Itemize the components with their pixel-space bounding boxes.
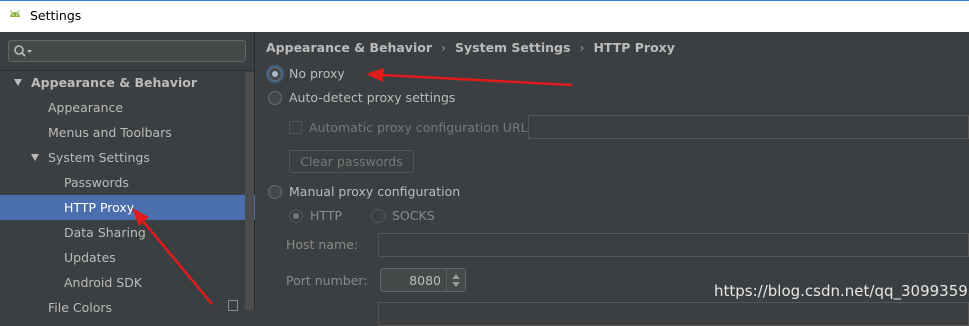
project-scope-icon <box>228 300 238 311</box>
window-title: Settings <box>30 8 82 23</box>
tree-item-label: Passwords <box>64 175 129 190</box>
host-name-field[interactable] <box>378 233 969 257</box>
expand-triangle-icon[interactable] <box>14 79 22 86</box>
tree-item-label: System Settings <box>48 150 150 165</box>
tree-item-label: File Colors <box>48 300 113 315</box>
chevron-up-icon[interactable] <box>452 274 460 279</box>
auto-config-url-checkbox[interactable] <box>289 121 302 134</box>
stepper-arrows[interactable] <box>446 269 465 291</box>
no-proxy-radio[interactable] <box>268 67 282 81</box>
socks-label[interactable]: SOCKS <box>392 208 435 223</box>
tree-item-menus-toolbars[interactable]: Menus and Toolbars <box>0 120 244 145</box>
manual-proxy-radio[interactable] <box>268 185 282 199</box>
tree-item-label: Appearance <box>48 100 124 115</box>
tree-item-label: Data Sharing <box>64 225 146 240</box>
port-number-stepper[interactable]: 8080 <box>380 268 466 292</box>
tree-item-passwords[interactable]: Passwords <box>0 170 244 195</box>
tree-item-system-settings[interactable]: System Settings <box>0 145 244 170</box>
tree-item-http-proxy[interactable]: HTTP Proxy <box>0 195 255 220</box>
tree-item-data-sharing[interactable]: Data Sharing <box>0 220 244 245</box>
http-proxy-panel: Appearance & Behavior › System Settings › HT… <box>256 32 969 326</box>
tree-item-file-colors[interactable]: File Colors <box>0 295 244 320</box>
settings-sidebar: Appearance & Behavior Appearance Menus a… <box>0 32 255 315</box>
android-icon <box>10 10 20 17</box>
tree-item-label: Appearance & Behavior <box>31 75 197 90</box>
breadcrumb: Appearance & Behavior › System Settings › HT… <box>266 40 675 55</box>
proxy-auth-field[interactable] <box>378 302 969 326</box>
chevron-down-icon[interactable] <box>452 282 460 287</box>
sidebar-scrollbar[interactable] <box>245 72 254 310</box>
tree-item-label: HTTP Proxy <box>64 200 135 215</box>
http-label[interactable]: HTTP <box>310 208 342 223</box>
auto-detect-radio[interactable] <box>268 91 282 105</box>
host-name-label: Host name: <box>286 237 359 252</box>
tree-item-updates[interactable]: Updates <box>0 245 244 270</box>
search-icon[interactable] <box>13 44 35 58</box>
manual-proxy-label[interactable]: Manual proxy configuration <box>289 184 460 199</box>
tree-item-appearance-behavior[interactable]: Appearance & Behavior <box>0 70 244 95</box>
tree-item-label: Android SDK <box>64 275 143 290</box>
watermark-text: https://blog.csdn.net/qq_30993595 <box>714 282 969 300</box>
tree-item-appearance[interactable]: Appearance <box>0 95 244 120</box>
tree-item-label: Updates <box>64 250 116 265</box>
window-titlebar: Settings <box>0 0 969 32</box>
port-number-value: 8080 <box>409 273 441 288</box>
http-radio[interactable] <box>289 209 303 223</box>
breadcrumb-item: System Settings <box>455 40 571 55</box>
tree-item-label: Menus and Toolbars <box>48 125 172 140</box>
settings-search-input[interactable] <box>8 40 246 62</box>
breadcrumb-separator-icon: › <box>441 40 446 55</box>
breadcrumb-item: HTTP Proxy <box>593 40 675 55</box>
port-number-label: Port number: <box>286 273 368 288</box>
breadcrumb-item: Appearance & Behavior <box>266 40 432 55</box>
auto-detect-label[interactable]: Auto-detect proxy settings <box>289 90 455 105</box>
expand-triangle-icon[interactable] <box>31 154 39 161</box>
auto-config-url-field[interactable] <box>528 115 969 139</box>
no-proxy-label[interactable]: No proxy <box>289 66 345 81</box>
breadcrumb-separator-icon: › <box>579 40 585 55</box>
socks-radio[interactable] <box>371 209 385 223</box>
auto-config-url-label: Automatic proxy configuration URL: <box>309 120 532 135</box>
clear-passwords-button[interactable]: Clear passwords <box>289 150 414 173</box>
tree-item-android-sdk[interactable]: Android SDK <box>0 270 244 295</box>
